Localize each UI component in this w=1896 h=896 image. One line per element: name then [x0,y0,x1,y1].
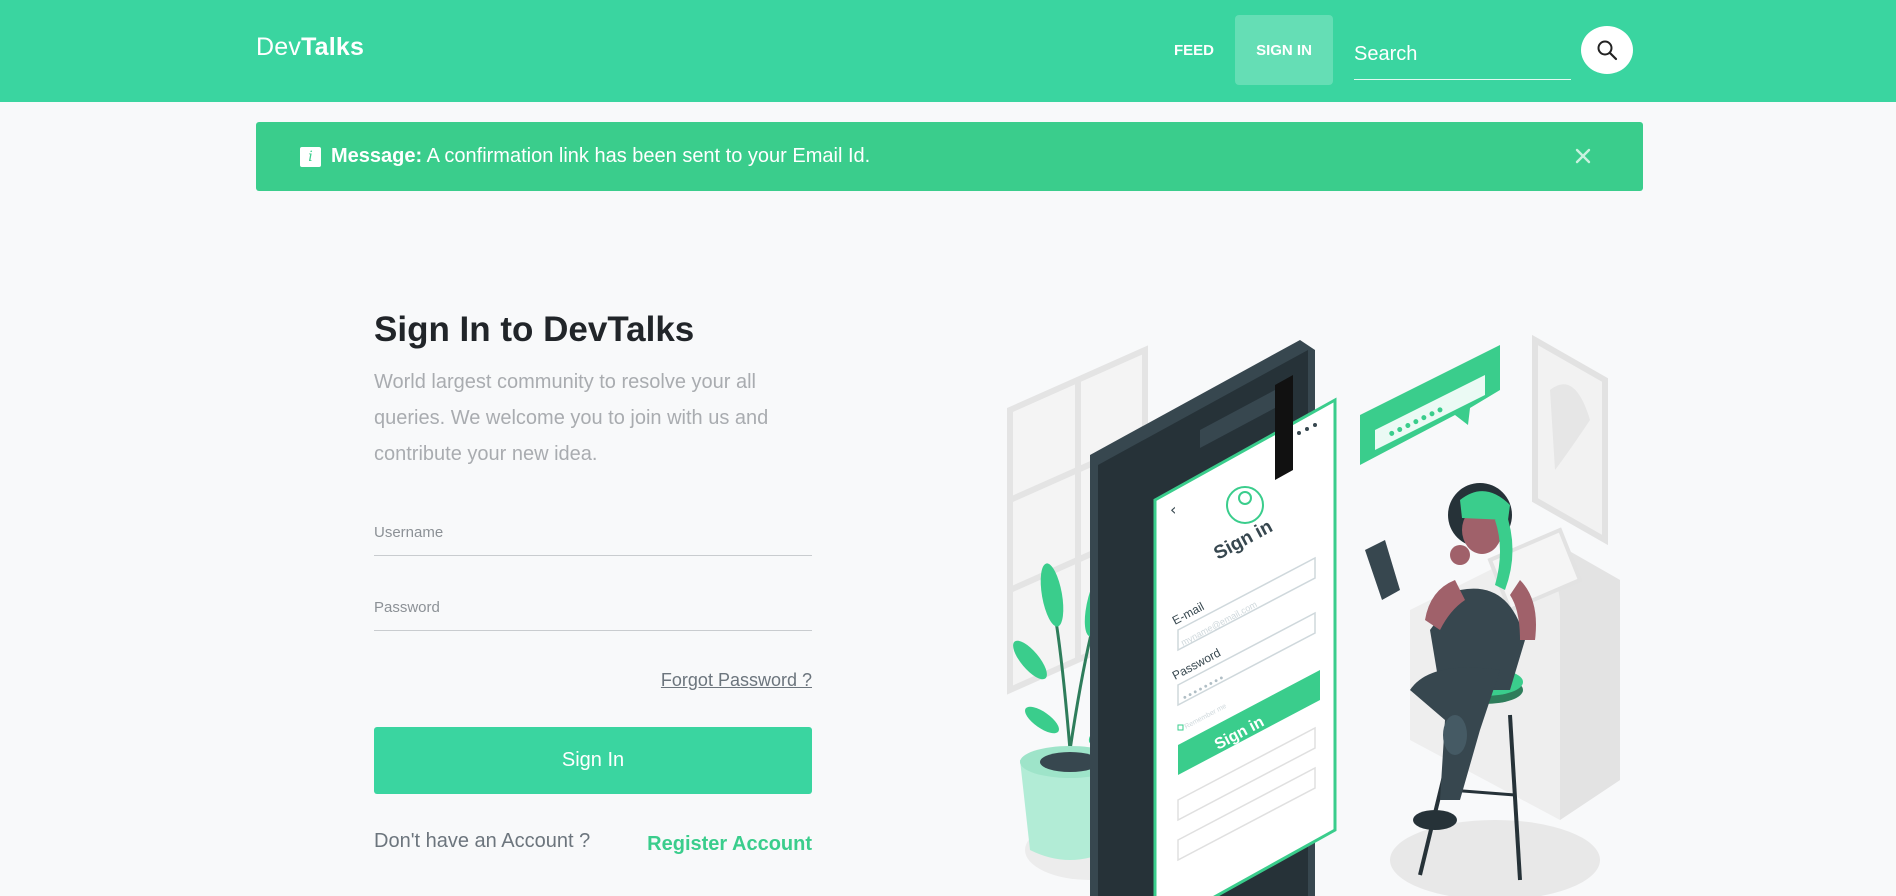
brand-talks: Talks [301,33,365,61]
alert-message: Message: A confirmation link has been se… [331,145,870,168]
top-navbar: DevTalks FEED SIGN IN [0,0,1896,102]
register-account-link[interactable]: Register Account [647,833,812,856]
nav-signin-link[interactable]: SIGN IN [1235,15,1333,85]
password-field [374,585,812,631]
nav-feed-link[interactable]: FEED [1164,16,1224,84]
sign-in-button[interactable]: Sign In [374,727,812,794]
brand-logo[interactable]: DevTalks [256,33,364,62]
brand-dev: Dev [256,33,302,61]
sign-in-illustration: ‹ Sign in E-mail myname@email.com Passwo… [990,330,1640,896]
no-account-text: Don't have an Account ? [374,830,591,852]
picture-frame-graphic [1532,334,1608,546]
close-icon [1575,148,1591,164]
alert-label: Message: [331,145,423,167]
svg-text:‹: ‹ [1170,500,1176,519]
page-subtitle: World largest community to resolve your … [374,371,769,465]
alert-body: A confirmation link has been sent to you… [422,145,871,167]
password-input[interactable] [374,585,812,630]
search-input[interactable] [1354,30,1571,80]
forgot-password-link[interactable]: Forgot Password ? [661,670,812,691]
password-bubble-graphic: ••••••• [1360,345,1500,465]
message-alert: i Message: A confirmation link has been … [256,122,1643,191]
username-input[interactable] [374,510,812,555]
illustration-svg: ‹ Sign in E-mail myname@email.com Passwo… [1007,334,1620,896]
search-icon [1597,40,1618,61]
info-icon: i [300,147,321,167]
page-title: Sign In to DevTalks [374,310,695,349]
alert-close-button[interactable] [1569,142,1597,170]
username-field [374,510,812,556]
search-button[interactable] [1581,26,1633,74]
